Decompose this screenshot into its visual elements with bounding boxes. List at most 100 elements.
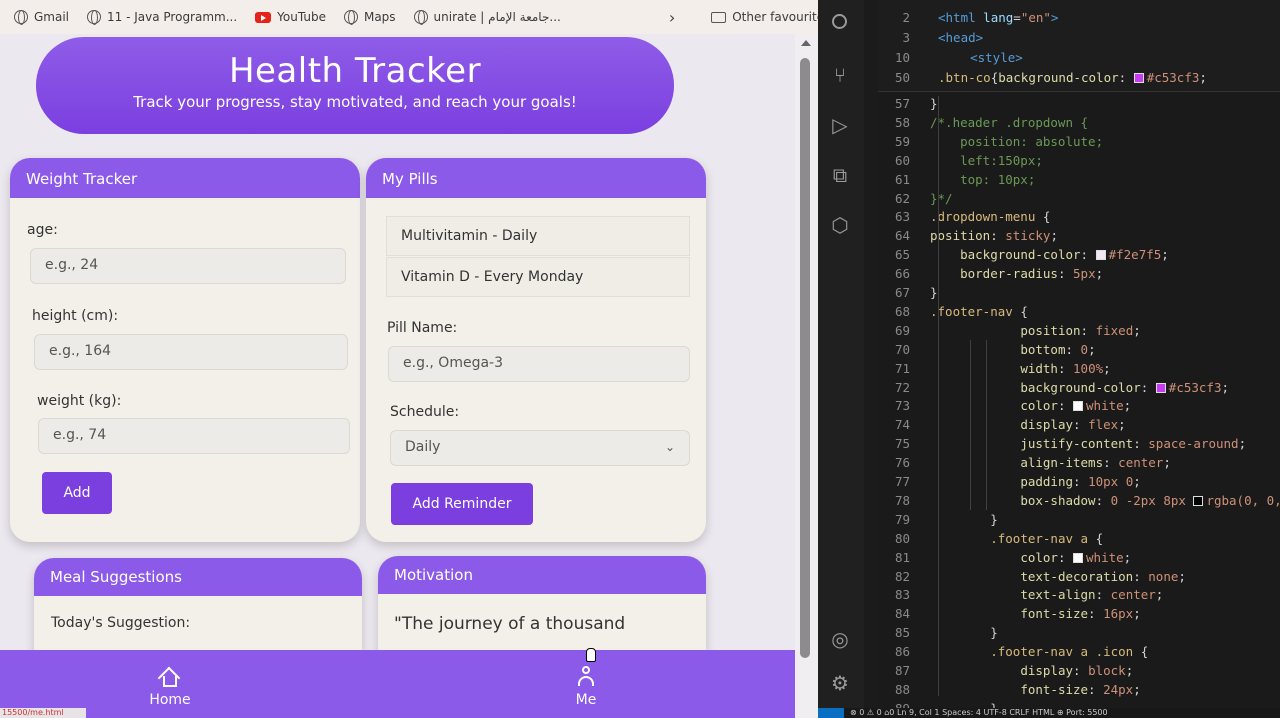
- card-title: Meal Suggestions: [34, 558, 362, 596]
- code-line[interactable]: align-items: center;: [930, 455, 1171, 470]
- gear-icon[interactable]: ⚙: [829, 672, 851, 694]
- line-number: 3: [902, 30, 910, 45]
- code-line[interactable]: background-color: #c53cf3;: [930, 380, 1229, 395]
- code-line[interactable]: font-size: 16px;: [930, 606, 1140, 621]
- age-label: age:: [27, 222, 58, 238]
- add-reminder-button[interactable]: Add Reminder: [391, 483, 533, 525]
- health-tracker-page: Health Tracker Track your progress, stay…: [0, 34, 795, 718]
- line-number: 62: [894, 190, 910, 206]
- schedule-select[interactable]: Daily ⌄: [390, 430, 690, 466]
- chevron-right-icon[interactable]: ›: [669, 8, 675, 27]
- code-line[interactable]: background-color: #f2e7f5;: [930, 247, 1169, 262]
- pill-item[interactable]: Vitamin D - Every Monday: [386, 257, 690, 297]
- other-favourites[interactable]: Other favourites: [711, 10, 818, 24]
- code-line[interactable]: text-decoration: none;: [930, 569, 1186, 584]
- scrollbar-thumb[interactable]: [800, 58, 810, 658]
- home-icon: [157, 666, 181, 690]
- schedule-label: Schedule:: [390, 404, 460, 420]
- line-number: 71: [894, 360, 910, 376]
- code-line[interactable]: .btn-co{background-color: #c53cf3;: [938, 70, 1207, 85]
- status-text: ⊗ 0 ⚠ 0 ⌂0 Ln 9, Col 1 Spaces: 4 UTF-8 C…: [850, 708, 1108, 717]
- code-line[interactable]: .footer-nav {: [930, 304, 1028, 319]
- code-line[interactable]: width: 100%;: [930, 361, 1110, 376]
- code-line[interactable]: position: absolute;: [930, 134, 1103, 149]
- bookmark-maps[interactable]: Maps: [343, 10, 396, 25]
- globe-icon: [87, 10, 102, 25]
- card-title: Motivation: [378, 556, 706, 594]
- sticky-scroll-header: 2 <html lang="en"> 3 <head> 10 <style> 50 .btn…: [878, 0, 1280, 92]
- code-line[interactable]: }: [930, 512, 998, 527]
- line-number: 81: [894, 549, 910, 565]
- code-line[interactable]: padding: 10px 0;: [930, 474, 1140, 489]
- code-line[interactable]: }: [930, 285, 938, 300]
- code-line[interactable]: position: sticky;: [930, 228, 1058, 243]
- indent-guide: [938, 96, 939, 696]
- add-weight-button[interactable]: Add: [42, 472, 112, 514]
- pill-item[interactable]: Multivitamin - Daily: [386, 216, 690, 256]
- browser-window: Gmail 11 - Java Programm... YouTube Maps…: [0, 0, 818, 718]
- code-line[interactable]: bottom: 0;: [930, 342, 1095, 357]
- code-line[interactable]: left:150px;: [930, 153, 1043, 168]
- bookmark-label: unirate | جامعة الإمام...: [433, 10, 561, 24]
- code-area[interactable]: 2 <html lang="en"> 3 <head> 10 <style> 50 .btn…: [878, 0, 1280, 716]
- code-line[interactable]: }: [930, 625, 998, 640]
- line-number: 79: [894, 511, 910, 527]
- folder-icon: [711, 11, 727, 23]
- run-debug-icon[interactable]: ▷: [829, 114, 851, 136]
- nav-home-link[interactable]: Home: [140, 650, 200, 708]
- code-line[interactable]: display: block;: [930, 663, 1133, 678]
- bookmark-gmail[interactable]: Gmail: [14, 10, 69, 25]
- card-title: My Pills: [366, 158, 706, 198]
- code-line[interactable]: font-size: 24px;: [930, 682, 1140, 697]
- code-line[interactable]: <html lang="en">: [938, 10, 1058, 25]
- footer-nav: Home Me: [0, 650, 795, 718]
- line-number: 61: [894, 171, 910, 187]
- code-line[interactable]: color: white;: [930, 398, 1131, 413]
- code-line[interactable]: justify-content: space-around;: [930, 436, 1246, 451]
- weight-label: weight (kg):: [37, 393, 122, 409]
- bookmark-youtube[interactable]: YouTube: [255, 10, 326, 24]
- code-line[interactable]: color: white;: [930, 550, 1131, 565]
- height-input[interactable]: e.g., 164: [34, 334, 348, 370]
- line-number: 64: [894, 228, 910, 244]
- code-line[interactable]: box-shadow: 0 -2px 8px rgba(0, 0,: [930, 493, 1280, 508]
- search-icon[interactable]: [832, 14, 847, 29]
- pill-name-input[interactable]: e.g., Omega-3: [388, 346, 690, 382]
- line-number: 58: [894, 114, 910, 130]
- code-line[interactable]: border-radius: 5px;: [930, 266, 1103, 281]
- line-number: 84: [894, 606, 910, 622]
- line-number: 72: [894, 379, 910, 395]
- code-line[interactable]: top: 10px;: [930, 172, 1035, 187]
- weight-tracker-card: Weight Tracker age: e.g., 24 height (cm)…: [10, 158, 360, 542]
- code-line[interactable]: .footer-nav a .icon {: [930, 644, 1148, 659]
- globe-icon: [343, 10, 358, 25]
- age-input[interactable]: e.g., 24: [30, 248, 346, 284]
- code-line[interactable]: /*.header .dropdown {: [930, 115, 1088, 130]
- scroll-up-arrow-icon[interactable]: [801, 40, 811, 46]
- source-control-icon[interactable]: ⑂: [829, 64, 851, 86]
- code-line[interactable]: }*/: [930, 191, 953, 206]
- weight-input[interactable]: e.g., 74: [38, 418, 350, 454]
- code-line[interactable]: .dropdown-menu {: [930, 209, 1050, 224]
- remote-explorer-icon[interactable]: ⬡: [829, 214, 851, 236]
- code-line[interactable]: <style>: [940, 50, 1023, 65]
- nav-home-label: Home: [149, 692, 191, 708]
- account-icon[interactable]: ◎: [829, 628, 851, 650]
- code-line[interactable]: display: flex;: [930, 417, 1125, 432]
- remote-indicator[interactable]: [818, 708, 844, 718]
- youtube-icon: [255, 11, 272, 23]
- globe-icon: [413, 10, 428, 25]
- my-pills-card: My Pills Multivitamin - Daily Vitamin D …: [366, 158, 706, 542]
- code-line[interactable]: position: fixed;: [930, 323, 1140, 338]
- indent-guide: [986, 340, 987, 510]
- code-line[interactable]: .footer-nav a {: [930, 531, 1103, 546]
- code-line[interactable]: }: [930, 96, 938, 111]
- bookmark-label: 11 - Java Programm...: [107, 10, 238, 24]
- code-line[interactable]: text-align: center;: [930, 587, 1163, 602]
- bookmark-java[interactable]: 11 - Java Programm...: [87, 10, 238, 25]
- extensions-icon[interactable]: ⧉: [829, 164, 851, 186]
- app-header: Health Tracker Track your progress, stay…: [36, 37, 674, 134]
- line-number: 70: [894, 341, 910, 357]
- bookmark-unirate[interactable]: unirate | جامعة الإمام...: [413, 10, 561, 25]
- code-line[interactable]: <head>: [938, 30, 983, 45]
